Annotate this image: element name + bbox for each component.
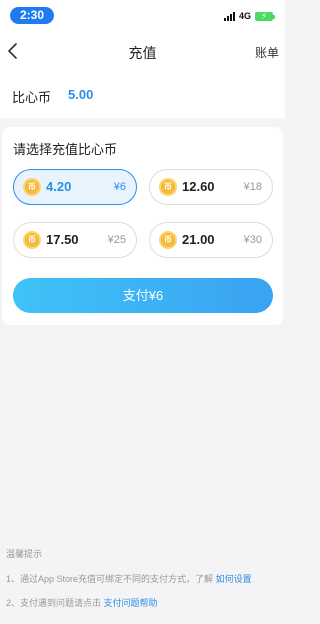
tip-text: 2、支付遇到问题请点击 [6,598,102,608]
coin-icon [159,231,177,249]
page-title: 充值 [128,45,157,61]
status-indicators: 4G ⚡ [223,10,275,22]
battery-icon: ⚡ [255,11,275,21]
tip-item-2: 2、支付遇到问题请点击 支付问题帮助 [6,596,158,609]
recharge-option-4[interactable]: 21.00 ¥30 [149,222,273,258]
coin-icon [23,231,41,249]
payment-help-link[interactable]: 支付问题帮助 [104,598,158,608]
balance-label: 比心币 [12,90,52,105]
nav-bar: 充值 账单 [0,30,285,72]
tip-text: 1、通过App Store充值可绑定不同的支付方式，了解 [6,574,214,584]
option-price: ¥6 [113,181,126,193]
signal-icon [223,11,235,21]
network-type: 4G [238,11,251,21]
recharge-option-1[interactable]: 4.20 ¥6 [13,169,137,205]
balance-value: 5.00 [68,87,94,102]
option-amount: 12.60 [182,179,215,194]
option-price: ¥30 [243,234,262,246]
tips-title: 温馨提示 [6,549,43,559]
status-time: 2:30 [10,7,54,24]
option-price: ¥25 [107,234,126,246]
coin-icon [23,178,41,196]
option-amount: 21.00 [182,232,215,247]
option-amount: 4.20 [46,179,72,194]
tip-item-1: 1、通过App Store充值可绑定不同的支付方式，了解 如何设置 [6,572,252,585]
recharge-title: 请选择充值比心币 [13,142,118,157]
recharge-card: 请选择充值比心币 4.20 ¥6 12.60 ¥18 17.50 ¥25 21.… [2,127,283,325]
option-price: ¥18 [243,181,262,193]
how-to-setup-link[interactable]: 如何设置 [216,574,252,584]
coin-icon [159,178,177,196]
option-amount: 17.50 [46,232,79,247]
balance-row: 比心币 5.00 [0,72,285,118]
bill-link[interactable]: 账单 [255,44,279,61]
recharge-option-3[interactable]: 17.50 ¥25 [13,222,137,258]
status-bar: 2:30 4G ⚡ [0,0,285,30]
pay-button[interactable]: 支付¥6 [13,278,273,313]
recharge-option-2[interactable]: 12.60 ¥18 [149,169,273,205]
